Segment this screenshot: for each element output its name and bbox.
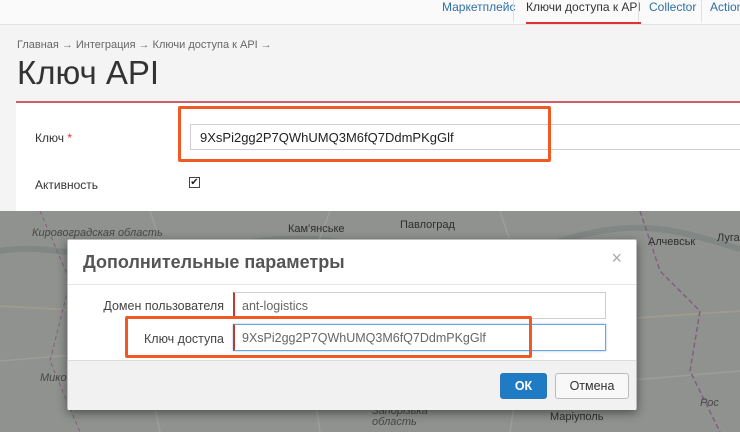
breadcrumb-separator: → (138, 39, 150, 51)
cancel-button[interactable]: Отмена (555, 373, 629, 399)
active-checkbox[interactable]: ✔ (189, 177, 200, 188)
additional-params-modal: Дополнительные параметры × Домен пользов… (67, 239, 637, 410)
modal-title: Дополнительные параметры (83, 252, 345, 272)
domain-label: Домен пользователя (103, 299, 224, 313)
key-label-text: Ключ (35, 131, 64, 145)
close-icon[interactable]: × (611, 248, 622, 269)
breadcrumb-api-keys[interactable]: Ключи доступа к API (153, 39, 258, 51)
breadcrumb-separator: → (61, 39, 73, 51)
nav-divider (701, 0, 702, 22)
modal-footer: ОК Отмена (68, 360, 636, 410)
top-nav: Маркетплейс Ключи доступа к API Collecto… (0, 0, 740, 25)
nav-divider (513, 0, 514, 22)
breadcrumb-integration[interactable]: Интеграция (76, 39, 136, 51)
breadcrumb-separator: → (260, 39, 272, 51)
admin-page: Маркетплейс Ключи доступа к API Collecto… (0, 0, 740, 211)
domain-input[interactable] (233, 292, 606, 319)
tab-collector[interactable]: Collector (649, 0, 696, 24)
tab-action[interactable]: Action (710, 0, 740, 24)
api-key-input[interactable] (190, 124, 740, 150)
breadcrumb: Главная → Интеграция → Ключи доступа к API → (17, 39, 275, 51)
access-key-label: Ключ доступа (144, 332, 224, 346)
tab-marketplace[interactable]: Маркетплейс (442, 0, 516, 24)
page-title: Ключ API (17, 54, 160, 91)
nav-divider (638, 0, 639, 22)
required-mark: * (67, 131, 72, 145)
form-panel (16, 101, 740, 211)
active-label: Активность (35, 178, 99, 192)
access-key-input[interactable] (233, 324, 606, 351)
modal-divider (68, 284, 636, 285)
ok-button[interactable]: ОК (500, 373, 547, 399)
breadcrumb-home[interactable]: Главная (17, 39, 59, 51)
key-label: Ключ * (35, 131, 72, 145)
tab-api-keys[interactable]: Ключи доступа к API (526, 0, 641, 24)
